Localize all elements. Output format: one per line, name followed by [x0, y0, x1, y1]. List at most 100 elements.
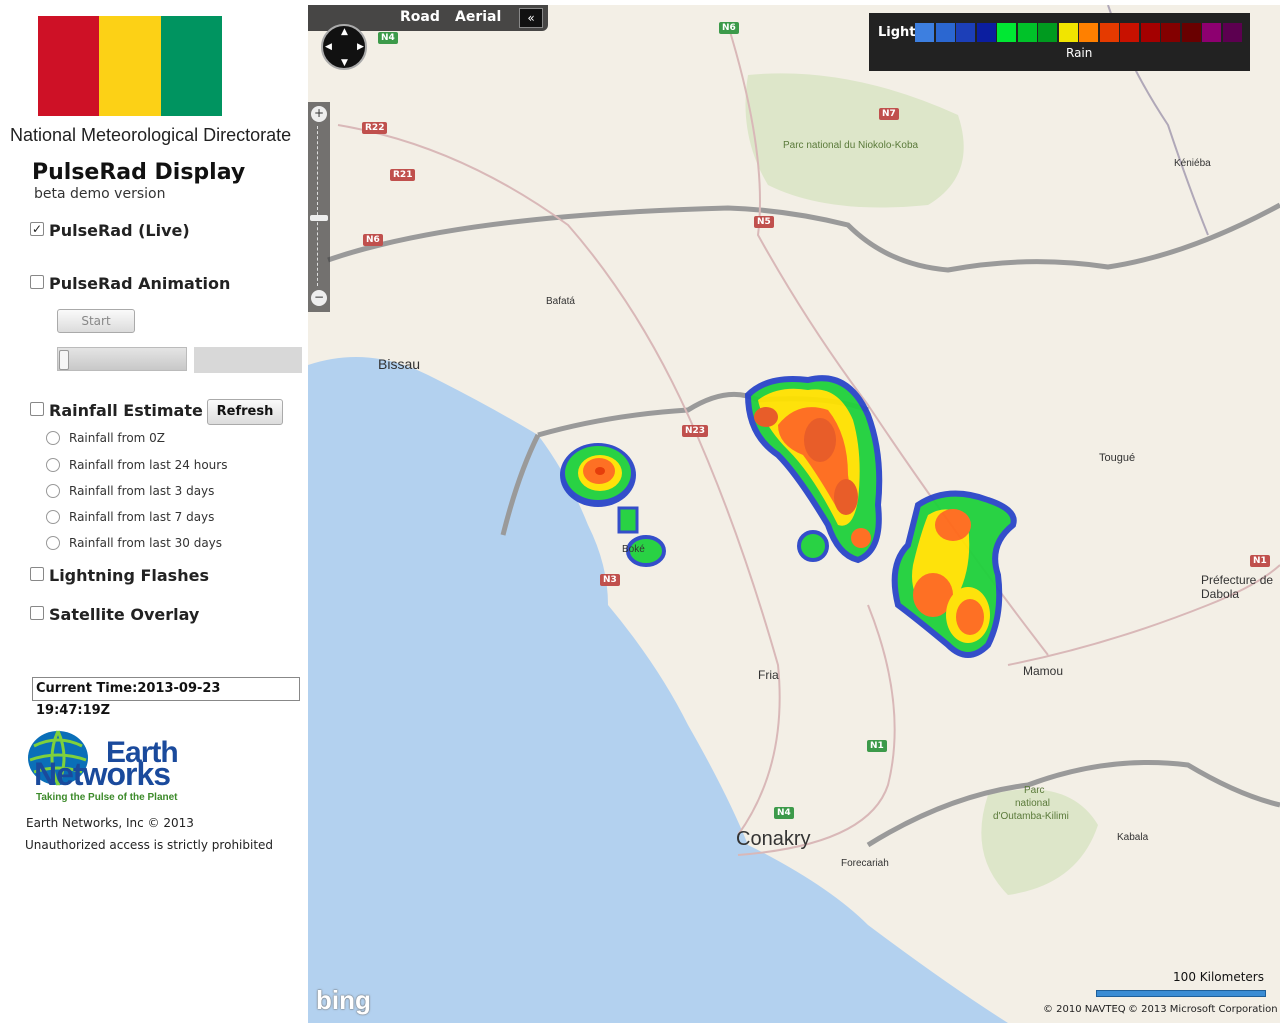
- zoom-in-icon[interactable]: +: [311, 106, 327, 122]
- place-tougue: Tougué: [1099, 452, 1136, 464]
- animation-slider-thumb[interactable]: [59, 350, 69, 370]
- guinea-flag: [38, 16, 222, 116]
- place-fria: Fria: [758, 668, 779, 682]
- pulserad-animation-checkbox[interactable]: [30, 275, 44, 289]
- legend-swatch: [1140, 23, 1160, 42]
- legend-swatch: [976, 23, 996, 42]
- road-view-button[interactable]: Road: [400, 9, 440, 25]
- road-shield: N5: [754, 216, 774, 228]
- legend-swatch: [935, 23, 955, 42]
- rainfall-estimate-label: Rainfall Estimate: [49, 401, 203, 420]
- place-mamou: Mamou: [1023, 664, 1064, 678]
- satellite-checkbox[interactable]: [30, 606, 44, 620]
- road-shield: N23: [682, 425, 709, 437]
- zoom-thumb[interactable]: [310, 215, 328, 221]
- legend-swatch: [1161, 23, 1180, 42]
- radio-rainfall-0z[interactable]: [46, 431, 60, 445]
- pulserad-live-checkbox[interactable]: ✓: [30, 222, 44, 236]
- road-shield: N6: [363, 234, 383, 246]
- radar-legend: Light Rain: [869, 13, 1250, 71]
- legend-swatch: [1038, 23, 1057, 42]
- legend-swatch: [1181, 23, 1201, 42]
- legend-swatch: [1120, 23, 1139, 42]
- road-shield: R22: [362, 122, 388, 134]
- navteq-copyright: © 2010 NAVTEQ: [1043, 1004, 1126, 1015]
- legend-swatch: [1058, 23, 1078, 42]
- copyright-text: Earth Networks, Inc © 2013: [26, 816, 194, 830]
- road-shield: N1: [867, 740, 887, 752]
- road-shield: N1: [1250, 555, 1270, 567]
- radio-label: Rainfall from last 30 days: [69, 536, 223, 550]
- place-forecariah: Forecariah: [841, 858, 889, 869]
- legend-swatch: [1017, 23, 1037, 42]
- legend-swatch: [1202, 23, 1221, 42]
- radio-label: Rainfall from 0Z: [69, 431, 166, 445]
- legend-swatch: [997, 23, 1016, 42]
- logo-tagline: Taking the Pulse of the Planet: [36, 792, 178, 803]
- radio-rainfall-7d[interactable]: [46, 510, 60, 524]
- road-shield: N6: [719, 22, 739, 34]
- place-bafata: Bafatá: [546, 296, 575, 307]
- earth-networks-logo: Earth Networks Taking the Pulse of the P…: [26, 728, 206, 808]
- zoom-slider[interactable]: + −: [308, 102, 330, 312]
- logo-line2: Networks: [34, 756, 171, 792]
- scale-bar: [1096, 990, 1266, 997]
- place-parc-line3: d'Outamba-Kilimi: [993, 811, 1069, 822]
- legend-swatch: [956, 23, 975, 42]
- refresh-button[interactable]: Refresh: [207, 399, 283, 425]
- app-title: PulseRad Display: [32, 160, 246, 185]
- radio-label: Rainfall from last 3 days: [69, 484, 215, 498]
- zoom-out-icon[interactable]: −: [311, 290, 327, 306]
- place-kabala: Kabala: [1117, 832, 1149, 843]
- unauthorized-text: Unauthorized access is strictly prohibit…: [25, 838, 274, 852]
- legend-light-label: Light: [878, 25, 916, 40]
- lightning-checkbox[interactable]: [30, 567, 44, 581]
- legend-swatch: [1079, 23, 1098, 42]
- scale-label: 100 Kilometers: [1173, 970, 1264, 984]
- pan-compass-icon[interactable]: ▲ ▼ ◀ ▶: [321, 24, 367, 70]
- animation-frame-display: [194, 347, 302, 373]
- road-shield: N4: [378, 32, 398, 44]
- radio-rainfall-24h[interactable]: [46, 458, 60, 472]
- place-dabola: Dabola: [1201, 587, 1240, 601]
- place-conakry: Conakry: [736, 828, 811, 850]
- flag-yellow-band: [99, 16, 161, 116]
- road-shield: N3: [600, 574, 620, 586]
- radio-label: Rainfall from last 7 days: [69, 510, 215, 524]
- microsoft-copyright: © 2013 Microsoft Corporation: [1128, 1004, 1278, 1015]
- bing-logo: bing: [316, 985, 371, 1015]
- lightning-label: Lightning Flashes: [49, 566, 209, 585]
- current-time: Current Time:2013-09-23 19:47:19Z: [32, 677, 300, 718]
- pulserad-live-label: PulseRad (Live): [49, 221, 190, 240]
- road-shield: N7: [879, 108, 899, 120]
- radio-label: Rainfall from last 24 hours: [69, 458, 228, 472]
- flag-red-band: [38, 16, 100, 116]
- map-base: [308, 5, 1280, 1023]
- aerial-view-button[interactable]: Aerial: [455, 9, 501, 25]
- satellite-label: Satellite Overlay: [49, 605, 200, 624]
- road-shield: R21: [390, 169, 416, 181]
- flag-green-band: [160, 16, 222, 116]
- radio-rainfall-30d[interactable]: [46, 536, 60, 550]
- place-niokolo: Parc national du Niokolo-Koba: [783, 140, 919, 151]
- pulserad-animation-label: PulseRad Animation: [49, 274, 231, 293]
- collapse-toolbar-icon[interactable]: «: [519, 8, 543, 28]
- place-prefecture: Préfecture de: [1201, 573, 1274, 587]
- sidebar: National Meteorological Directorate Puls…: [0, 0, 308, 1023]
- place-boke: Boké: [622, 544, 645, 555]
- zoom-track: [317, 126, 322, 286]
- place-knieba: Kéniéba: [1174, 158, 1211, 169]
- animation-slider[interactable]: [57, 347, 187, 371]
- legend-swatch: [915, 23, 934, 42]
- map-view[interactable]: Bissau Bafatá Parc national du Niokolo-K…: [308, 5, 1280, 1023]
- legend-swatch: [1222, 23, 1242, 42]
- road-shield: N4: [774, 807, 794, 819]
- place-parc-line2: national: [1015, 798, 1051, 809]
- rainfall-estimate-checkbox[interactable]: [30, 402, 44, 416]
- legend-rain-label: Rain: [1066, 46, 1093, 60]
- place-parc-line1: Parc: [1024, 785, 1045, 796]
- radio-rainfall-3d[interactable]: [46, 484, 60, 498]
- animation-start-button[interactable]: Start: [57, 309, 135, 333]
- org-name: National Meteorological Directorate: [10, 125, 292, 145]
- place-bissau: Bissau: [378, 356, 421, 372]
